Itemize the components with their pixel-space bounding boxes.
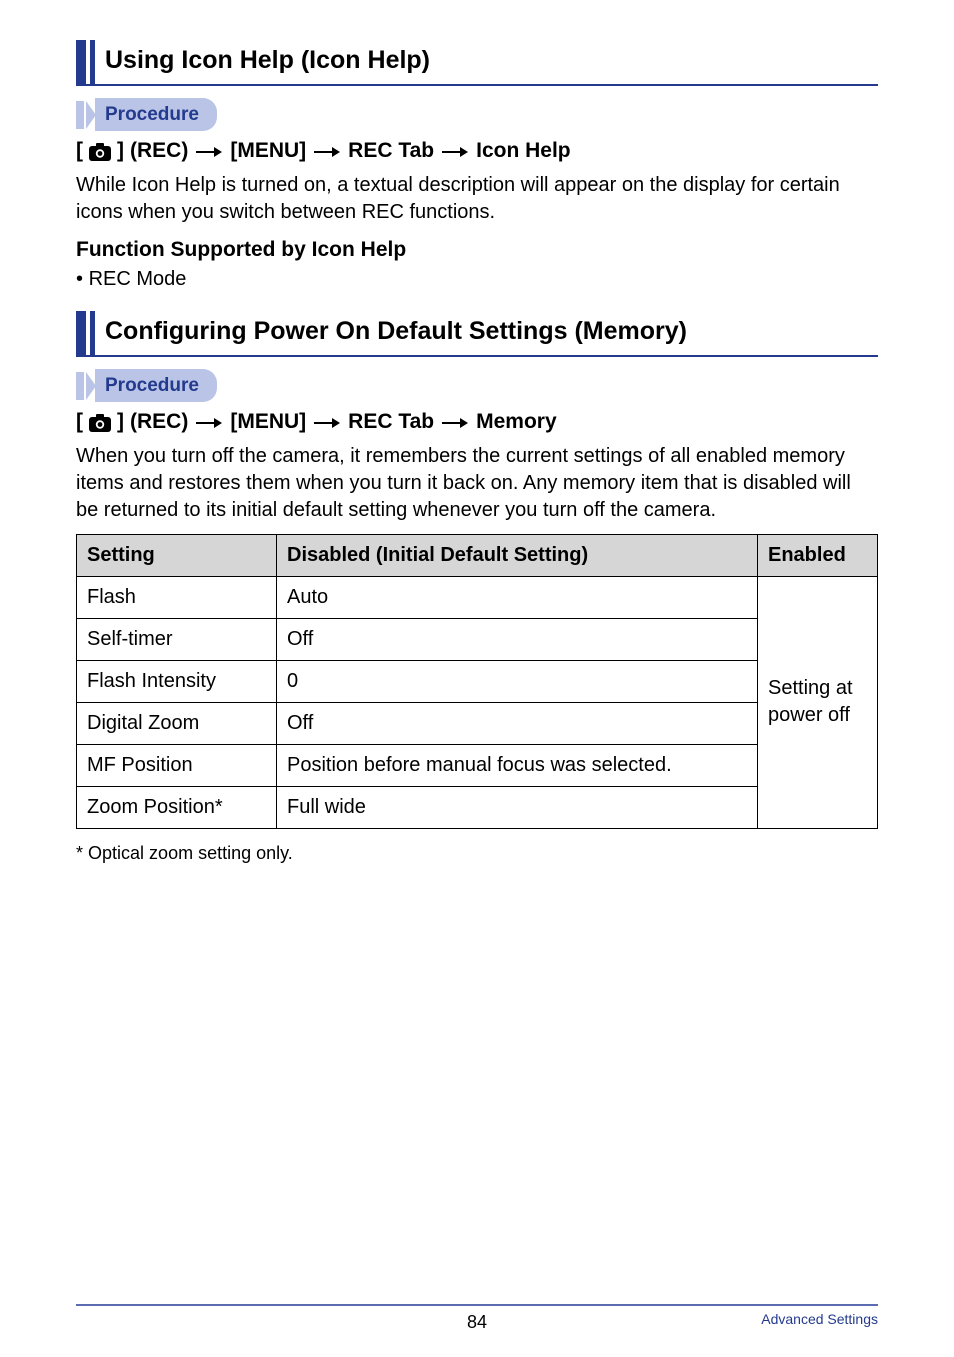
arrow-icon [442,145,468,159]
footer-divider [76,1304,878,1306]
table-row: Self-timer Off [77,618,878,660]
procedure-label-row: Procedure [76,369,878,403]
table-row: Flash Intensity 0 [77,660,878,702]
camera-icon [89,414,111,432]
cell-disabled: Off [277,618,758,660]
arrow-icon [196,145,222,159]
table-row: Digital Zoom Off [77,702,878,744]
table-row: MF Position Position before manual focus… [77,744,878,786]
table-header-enabled: Enabled [758,534,878,576]
settings-table: Setting Disabled (Initial Default Settin… [76,534,878,829]
arrow-icon [442,416,468,430]
camera-icon [89,143,111,161]
arrow-icon [196,416,222,430]
procedure-pill: Procedure [95,369,217,403]
cell-disabled: Position before manual focus was selecte… [277,744,758,786]
bracket-close: ] [117,408,124,436]
section-title: Using Icon Help (Icon Help) [105,40,430,84]
table-header-setting: Setting [77,534,277,576]
page-footer: 84 Advanced Settings [0,1304,954,1329]
cell-disabled: 0 [277,660,758,702]
section-heading-icon-help: Using Icon Help (Icon Help) [76,40,878,86]
cell-setting: Flash [77,576,277,618]
section1-subhead: Function Supported by Icon Help [76,236,878,264]
cell-setting: Zoom Position* [77,786,277,828]
procedure-bar-icon [76,372,84,400]
section1-bullet: REC Mode [76,266,878,293]
heading-bar-thick [76,311,86,355]
cell-setting: Flash Intensity [77,660,277,702]
cell-disabled: Off [277,702,758,744]
menu-path: [ ] (REC) [MENU] REC Tab Memory [76,408,878,436]
path-target: Icon Help [476,137,571,165]
procedure-pill: Procedure [95,98,217,132]
footnote-text: Optical zoom setting only. [88,843,293,863]
bracket-close: ] [117,137,124,165]
bracket-open: [ [76,137,83,165]
section-heading-memory: Configuring Power On Default Settings (M… [76,311,878,357]
menu-path: [ ] (REC) [MENU] REC Tab Icon Help [76,137,878,165]
path-tab: REC Tab [348,137,434,165]
arrow-icon [314,416,340,430]
cell-enabled: Setting at power off [758,576,878,828]
footnote: * Optical zoom setting only. [76,841,878,865]
path-menu: [MENU] [230,408,306,436]
path-target: Memory [476,408,557,436]
cell-setting: Digital Zoom [77,702,277,744]
table-row: Zoom Position* Full wide [77,786,878,828]
procedure-bar-icon [76,101,84,129]
cell-disabled: Full wide [277,786,758,828]
cell-disabled: Auto [277,576,758,618]
heading-bar-thick [76,40,86,84]
arrow-icon [314,145,340,159]
path-tab: REC Tab [348,408,434,436]
procedure-label-row: Procedure [76,98,878,132]
table-header-disabled: Disabled (Initial Default Setting) [277,534,758,576]
path-rec: (REC) [130,408,188,436]
path-rec: (REC) [130,137,188,165]
footnote-marker: * [76,843,83,863]
table-row: Flash Auto Setting at power off [77,576,878,618]
bracket-open: [ [76,408,83,436]
section2-body: When you turn off the camera, it remembe… [76,443,878,524]
heading-bar-thin [90,40,95,84]
cell-setting: MF Position [77,744,277,786]
cell-setting: Self-timer [77,618,277,660]
section-title: Configuring Power On Default Settings (M… [105,311,687,355]
section1-body: While Icon Help is turned on, a textual … [76,172,878,226]
path-menu: [MENU] [230,137,306,165]
heading-bar-thin [90,311,95,355]
footer-section-name: Advanced Settings [761,1310,878,1329]
